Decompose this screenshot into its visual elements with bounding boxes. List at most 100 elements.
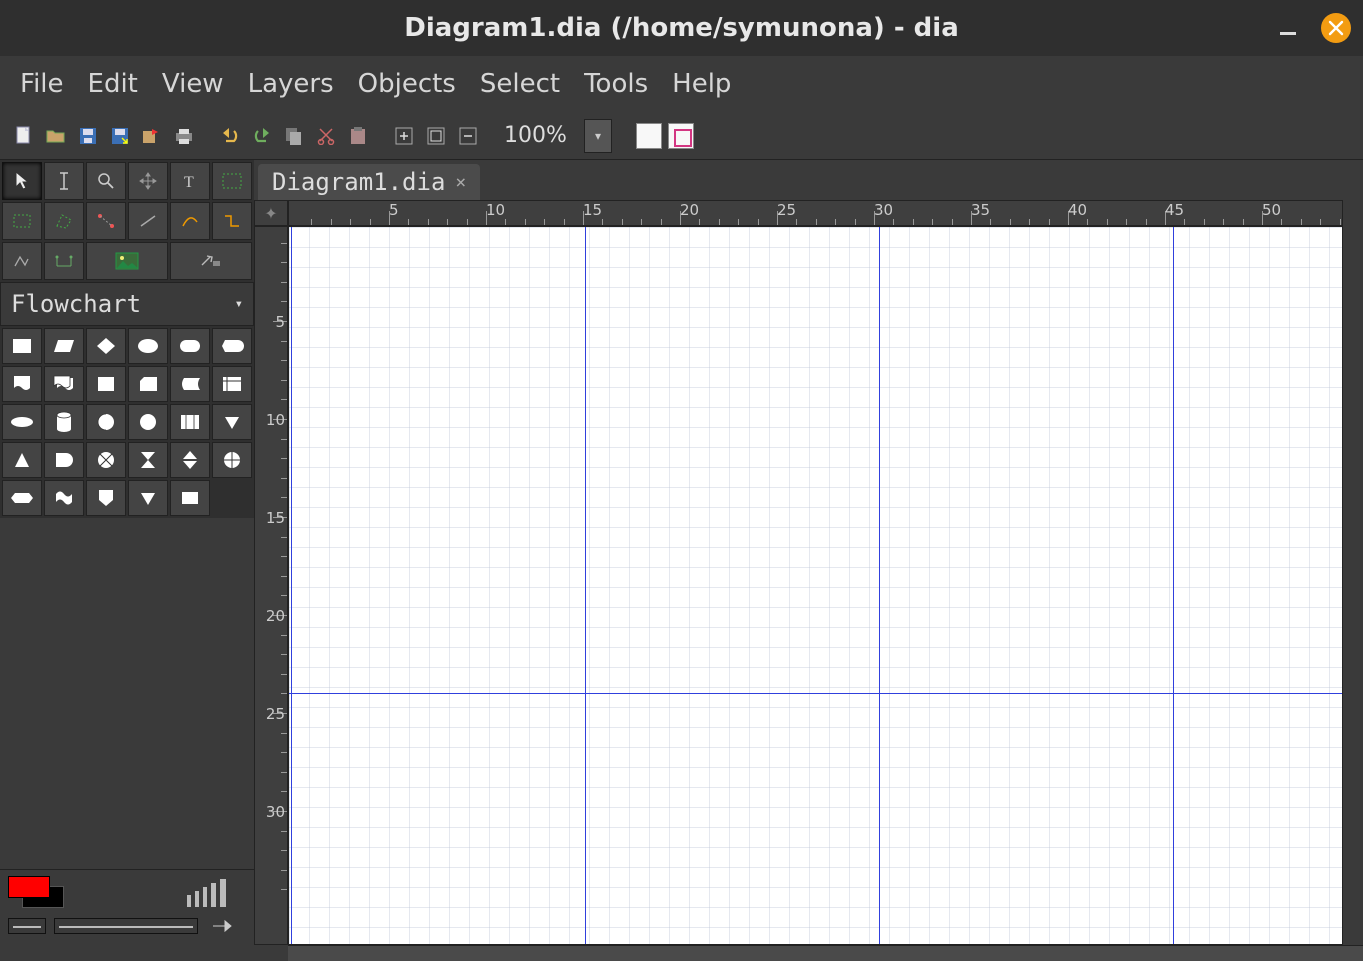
menu-tools[interactable]: Tools — [572, 65, 660, 103]
shape-library-selector[interactable]: Flowchart ▾ — [0, 282, 254, 326]
shape-box[interactable] — [2, 328, 42, 364]
tool-line[interactable] — [128, 202, 168, 240]
new-file-button[interactable] — [10, 122, 38, 150]
shape-parallelogram[interactable] — [44, 328, 84, 364]
shape-magnetic-disk[interactable] — [86, 404, 126, 440]
menu-layers[interactable]: Layers — [236, 65, 346, 103]
page-boundary-v — [585, 227, 586, 944]
print-button[interactable] — [170, 122, 198, 150]
shape-collate[interactable] — [128, 442, 168, 478]
tool-text[interactable]: T — [170, 162, 210, 200]
shape-or[interactable] — [212, 442, 252, 478]
zoom-dropdown-icon[interactable]: ▾ — [584, 119, 612, 153]
export-button[interactable] — [138, 122, 166, 150]
tool-text-edit[interactable] — [44, 162, 84, 200]
tool-pointer[interactable] — [2, 162, 42, 200]
snap-grid-toggle[interactable] — [636, 123, 662, 149]
shape-stored-data[interactable] — [170, 366, 210, 402]
menu-file[interactable]: File — [8, 65, 76, 103]
shape-card[interactable] — [128, 366, 168, 402]
cut-button[interactable] — [312, 122, 340, 150]
tool-scroll[interactable] — [128, 162, 168, 200]
tool-bezier[interactable] — [44, 242, 84, 280]
tool-misc[interactable] — [170, 242, 252, 280]
save-button[interactable] — [74, 122, 102, 150]
shape-offpage-conn[interactable] — [128, 480, 168, 516]
menu-view[interactable]: View — [150, 65, 236, 103]
shape-delay[interactable] — [44, 442, 84, 478]
tool-sel-poly[interactable] — [44, 202, 84, 240]
shape-ellipse[interactable] — [128, 328, 168, 364]
open-file-button[interactable] — [42, 122, 70, 150]
paste-button[interactable] — [344, 122, 372, 150]
shape-predefined[interactable] — [2, 404, 42, 440]
h-ruler-label: 45 — [1165, 201, 1184, 219]
shape-direct-data[interactable] — [128, 404, 168, 440]
zoom-combo[interactable]: 100% ▾ — [494, 119, 612, 153]
canvas-region: Diagram1.dia × ✦ 5101520253035404550 510… — [254, 160, 1363, 961]
horizontal-ruler[interactable]: 5101520253035404550 — [288, 200, 1343, 226]
minimize-button[interactable] — [1273, 13, 1303, 43]
zoom-value[interactable]: 100% — [494, 119, 584, 152]
tool-image[interactable] — [86, 242, 168, 280]
close-button[interactable] — [1321, 13, 1351, 43]
h-ruler-label: 20 — [680, 201, 699, 219]
zoom-out-button[interactable] — [454, 122, 482, 150]
shape-process[interactable] — [170, 480, 210, 516]
line-end-cap[interactable] — [206, 916, 246, 936]
tool-polyline[interactable] — [2, 242, 42, 280]
foreground-color[interactable] — [8, 876, 50, 898]
svg-text:T: T — [184, 174, 194, 190]
shape-triangle[interactable] — [2, 442, 42, 478]
shape-internal-storage[interactable] — [212, 366, 252, 402]
document-tab-label: Diagram1.dia — [272, 168, 445, 196]
document-tab[interactable]: Diagram1.dia × — [258, 164, 480, 200]
vertical-scrollbar[interactable] — [1343, 226, 1363, 945]
tab-close-icon[interactable]: × — [455, 172, 466, 193]
shape-manual-input[interactable] — [86, 366, 126, 402]
undo-button[interactable] — [216, 122, 244, 150]
shape-manual-op[interactable] — [170, 404, 210, 440]
v-ruler-label: 10 — [255, 411, 285, 429]
shape-preparation[interactable] — [2, 480, 42, 516]
line-style-selector[interactable] — [54, 918, 198, 934]
shape-terminal[interactable] — [170, 328, 210, 364]
left-panel: T Flowchart ▾ — [0, 160, 254, 961]
shape-summing[interactable] — [86, 442, 126, 478]
vertical-ruler[interactable]: 51015202530 — [254, 226, 288, 945]
color-swatch[interactable] — [8, 876, 64, 908]
tool-box[interactable] — [212, 162, 252, 200]
tool-sel-rect[interactable] — [2, 202, 42, 240]
shape-magnetic-drum[interactable] — [44, 404, 84, 440]
menu-edit[interactable]: Edit — [76, 65, 150, 103]
v-ruler-label: 15 — [255, 509, 285, 527]
line-start-cap[interactable] — [8, 918, 46, 934]
shape-connector[interactable] — [86, 480, 126, 516]
shape-sort[interactable] — [170, 442, 210, 478]
shape-diamond[interactable] — [86, 328, 126, 364]
tool-magnify[interactable] — [86, 162, 126, 200]
zoom-fit-button[interactable] — [422, 122, 450, 150]
shape-document[interactable] — [2, 366, 42, 402]
shape-offpage[interactable] — [212, 404, 252, 440]
line-width-selector[interactable] — [187, 877, 226, 907]
horizontal-scrollbar[interactable] — [288, 945, 1363, 961]
shape-display[interactable] — [212, 328, 252, 364]
copy-button[interactable] — [280, 122, 308, 150]
snap-object-toggle[interactable] — [668, 123, 694, 149]
tool-conn-pt[interactable] — [86, 202, 126, 240]
tool-arc[interactable] — [170, 202, 210, 240]
canvas-wrap — [288, 226, 1343, 945]
menu-objects[interactable]: Objects — [346, 65, 468, 103]
shape-punched-tape[interactable] — [44, 480, 84, 516]
ruler-corner[interactable]: ✦ — [254, 200, 288, 226]
tool-zigzag[interactable] — [212, 202, 252, 240]
tool-grid: T — [0, 160, 254, 282]
zoom-in-button[interactable] — [390, 122, 418, 150]
menu-help[interactable]: Help — [660, 65, 743, 103]
shape-multi-document[interactable] — [44, 366, 84, 402]
redo-button[interactable] — [248, 122, 276, 150]
save-as-button[interactable] — [106, 122, 134, 150]
menu-select[interactable]: Select — [468, 65, 572, 103]
drawing-canvas[interactable] — [289, 227, 1342, 944]
